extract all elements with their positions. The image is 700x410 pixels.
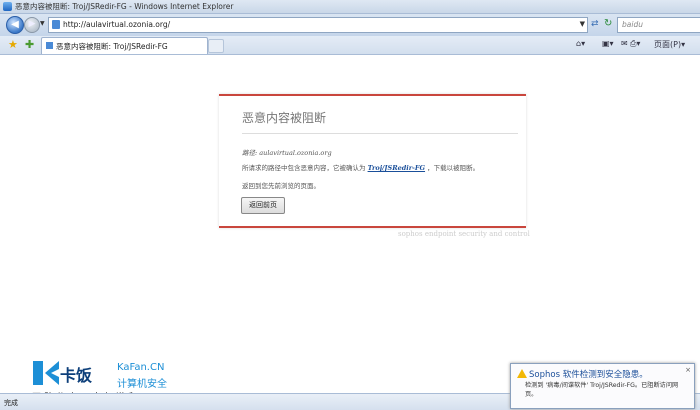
tab-bar: ★ ✚ 恶意内容被阻断: Troj/JSRedir-FG ⌂▾ ▣▾ ✉ ⎙▾ …: [0, 36, 700, 55]
tab-page-icon: [46, 42, 53, 49]
feeds-icon[interactable]: ▣▾: [602, 39, 614, 48]
search-placeholder[interactable]: baidu: [622, 20, 643, 29]
favorites-star-icon[interactable]: ★: [8, 38, 18, 51]
message-after: ，下载以被阻断。: [427, 164, 480, 172]
block-message: 所请求的路径中包含恶意内容，它被确认为 Troj/JSRedir-FG ，下载以…: [242, 162, 479, 172]
back-button[interactable]: ◀: [6, 16, 24, 34]
path-label: 路径:: [242, 149, 258, 157]
add-favorites-icon[interactable]: ✚: [25, 38, 34, 51]
block-title: 恶意内容被阻断: [242, 111, 327, 125]
close-icon[interactable]: ×: [685, 366, 691, 374]
sophos-notification[interactable]: Sophos 软件检测到安全隐患。 × 检测到 '病毒/间谍软件' Troj/J…: [510, 363, 695, 409]
tab-label[interactable]: 恶意内容被阻断: Troj/JSRedir-FG: [56, 41, 168, 52]
sophos-footer: sophos endpoint security and control: [398, 230, 530, 238]
threat-link[interactable]: Troj/JSRedir-FG: [368, 164, 425, 172]
status-text: 完成: [4, 399, 18, 407]
address-dropdown-icon[interactable]: ▼: [580, 20, 585, 28]
back-arrow-icon: ◀: [11, 19, 19, 30]
divider: [242, 133, 518, 134]
kafan-logo-icon: [33, 361, 59, 385]
page-content: 恶意内容被阻断 路径: aulavirtual.ozonia.org 所请求的路…: [0, 55, 700, 393]
tab-active[interactable]: 恶意内容被阻断: Troj/JSRedir-FG: [41, 37, 208, 54]
brand-mark: 卡饭: [60, 366, 93, 385]
forward-button[interactable]: ▶: [24, 17, 40, 33]
window-title: 恶意内容被阻断: Troj/JSRedir-FG - Windows Inter…: [15, 2, 234, 11]
block-notice: 恶意内容被阻断 路径: aulavirtual.ozonia.org 所请求的路…: [219, 94, 526, 228]
address-url[interactable]: http://aulavirtual.ozonia.org/: [63, 20, 170, 29]
print-icon[interactable]: ⎙▾: [630, 39, 640, 49]
path-value: aulavirtual.ozonia.org: [259, 149, 332, 157]
search-box[interactable]: baidu: [617, 17, 700, 33]
address-bar[interactable]: http://aulavirtual.ozonia.org/ ▼: [48, 17, 588, 33]
new-tab-button[interactable]: [208, 39, 224, 53]
brand-english: KaFan.CN: [117, 362, 165, 373]
history-dropdown-icon[interactable]: ▼: [40, 20, 46, 27]
return-text: 返回到您先前浏览的页面。: [242, 182, 320, 190]
refresh-icon[interactable]: ↻: [604, 18, 614, 29]
message-before: 所请求的路径中包含恶意内容，它被确认为: [242, 164, 366, 172]
page-menu-label[interactable]: 页面(P): [654, 40, 681, 49]
notification-body: 检测到 '病毒/间谍软件' Troj/JSRedir-FG。已阻断访问网页。: [525, 382, 679, 398]
page-icon: [52, 20, 60, 29]
path-line: 路径: aulavirtual.ozonia.org: [242, 147, 332, 157]
forward-arrow-icon: ▶: [28, 19, 36, 29]
brand-chinese: 计算机安全: [117, 379, 167, 390]
return-button[interactable]: 返回前页: [241, 197, 285, 214]
mail-icon[interactable]: ✉: [621, 39, 628, 48]
compatibility-view-icon[interactable]: ⇄: [591, 19, 601, 29]
title-bar: 恶意内容被阻断: Troj/JSRedir-FG - Windows Inter…: [0, 0, 700, 14]
ie-icon: [3, 2, 12, 11]
warning-icon: [517, 369, 527, 378]
notification-title: Sophos 软件检测到安全隐患。: [529, 370, 648, 380]
navigation-bar: ◀ ▶ ▼ http://aulavirtual.ozonia.org/ ▼ ⇄…: [0, 14, 700, 36]
page-menu[interactable]: 页面(P)▾: [654, 39, 685, 50]
home-icon[interactable]: ⌂▾: [576, 39, 585, 48]
